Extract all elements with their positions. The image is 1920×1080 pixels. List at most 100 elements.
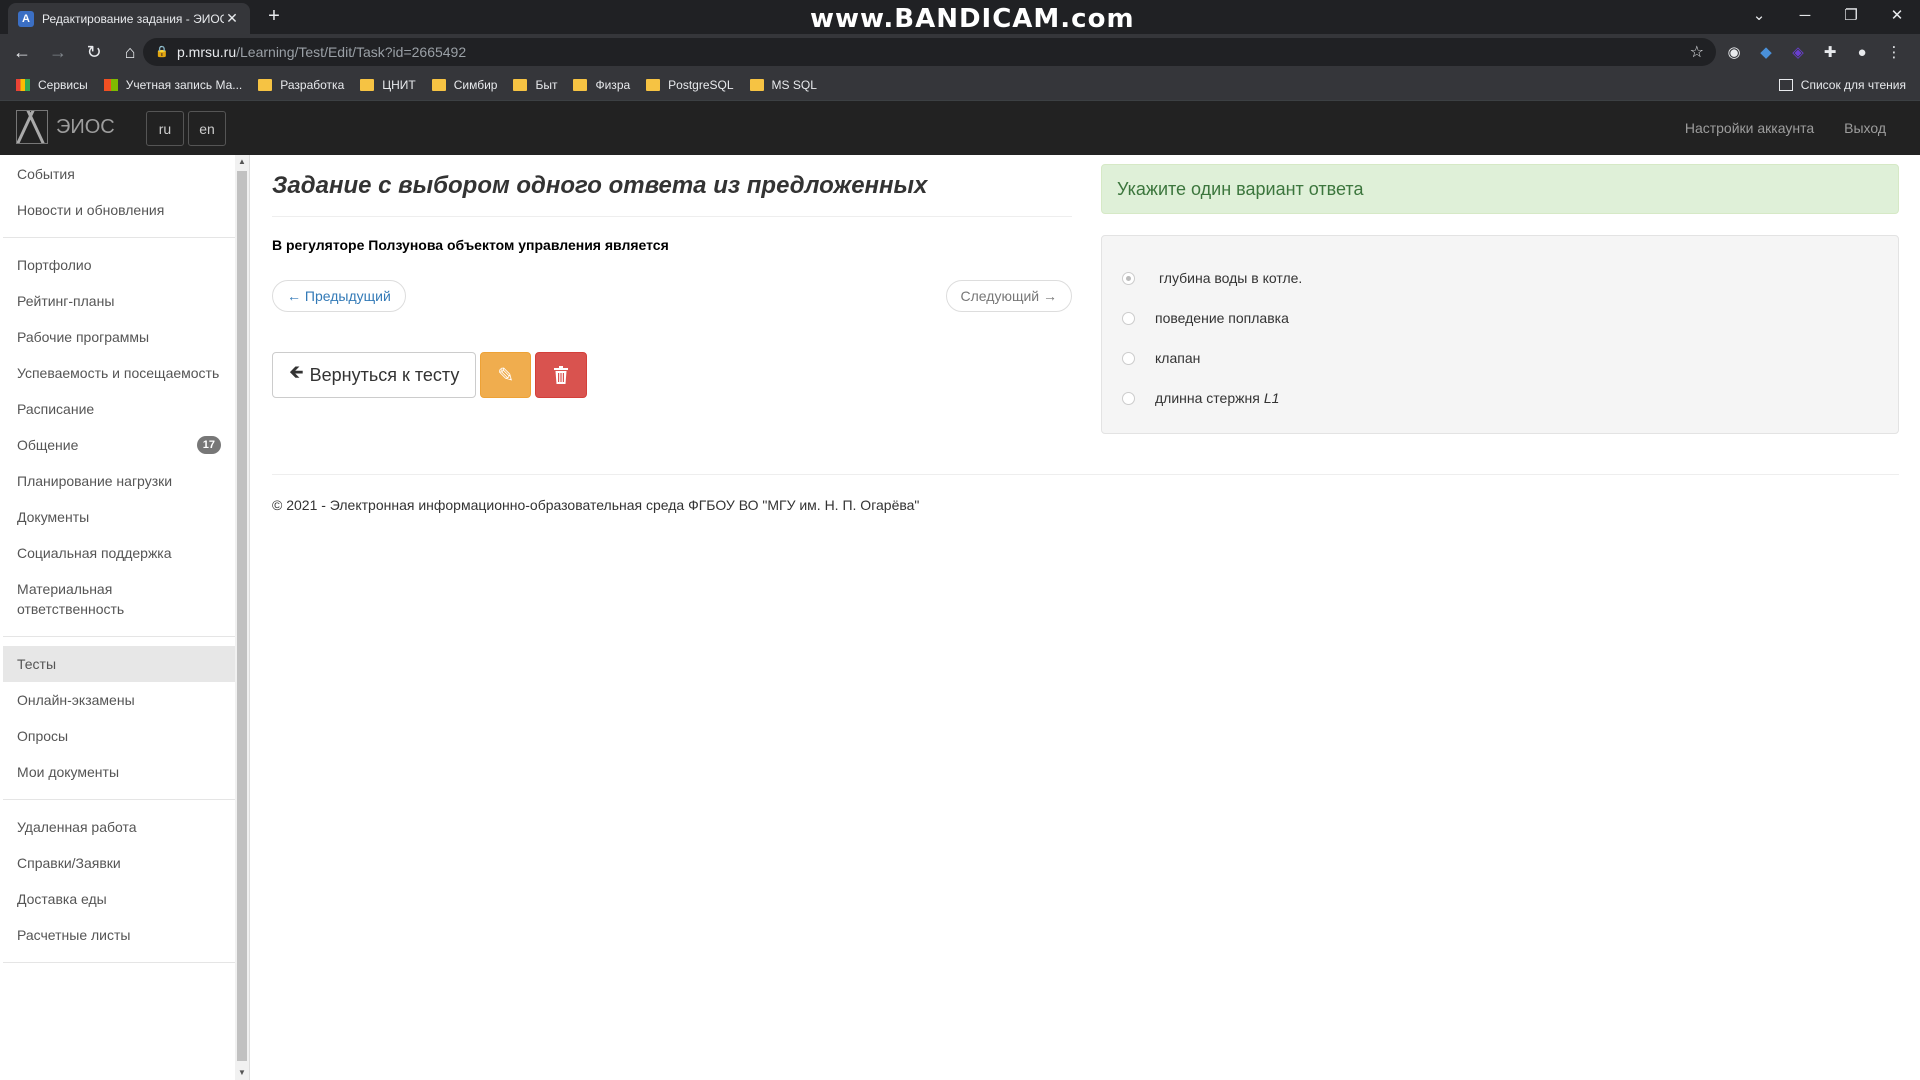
bookmark-apps[interactable]: Сервисы (16, 78, 88, 92)
previous-button[interactable]: ← Предыдущий (272, 280, 406, 312)
back-to-test-label: Вернуться к тесту (309, 364, 460, 385)
address-bar[interactable]: 🔒 p.mrsu.ru/Learning/Test/Edit/Task?id=2… (143, 38, 1716, 66)
answer-option[interactable]: поведение поплавка (1102, 298, 1898, 338)
folder-icon (258, 79, 273, 91)
sidebar-item-portfolio[interactable]: Портфолио (3, 247, 235, 283)
folder-icon (749, 79, 764, 91)
logout-link[interactable]: Выход (1844, 120, 1886, 136)
restore-icon[interactable]: ❐ (1828, 6, 1874, 24)
tab-title: Редактирование задания - ЭИОС (42, 11, 224, 26)
sidebar-item-progress[interactable]: Успеваемость и посещаемость (3, 355, 235, 391)
sidebar-item-communication[interactable]: Общение 17 (3, 427, 235, 463)
sidebar-menu: События Новости и обновления Портфолио Р… (3, 155, 235, 972)
answer-text: поведение поплавка (1155, 310, 1289, 326)
sidebar-item-online-exams[interactable]: Онлайн-экзамены (3, 682, 235, 718)
page-title: Задание с выбором одного ответа из предл… (272, 172, 1072, 217)
bookmark-folder[interactable]: Физра (573, 78, 630, 92)
answer-option[interactable]: глубина воды в котле. (1102, 258, 1898, 298)
sidebar-item-liability[interactable]: Материальная ответственность (3, 571, 235, 627)
lang-en-button[interactable]: en (188, 111, 226, 146)
scroll-down-icon[interactable]: ▼ (235, 1066, 249, 1080)
back-icon[interactable]: ← (8, 38, 36, 66)
radio-button[interactable] (1122, 351, 1135, 365)
sidebar-item-food-delivery[interactable]: Доставка еды (3, 881, 235, 917)
puzzle-icon[interactable]: ✚ (1814, 43, 1846, 61)
radio-button[interactable] (1122, 311, 1135, 325)
pencil-icon: ✎ (497, 364, 515, 387)
close-tab-icon[interactable]: ✕ (224, 10, 240, 27)
account-settings-link[interactable]: Настройки аккаунта (1685, 120, 1814, 136)
answer-formula: L1 (1263, 390, 1280, 406)
sidebar-item-schedule[interactable]: Расписание (3, 391, 235, 427)
lock-icon: 🔒 (155, 46, 169, 58)
sidebar-item-events[interactable]: События (3, 156, 235, 192)
sidebar-divider (3, 636, 235, 637)
browser-tab[interactable]: А Редактирование задания - ЭИОС ✕ (8, 3, 250, 34)
edit-button[interactable]: ✎ (480, 352, 532, 398)
sidebar-item-my-documents[interactable]: Мои документы (3, 754, 235, 790)
reading-list[interactable]: Список для чтения (1778, 78, 1906, 92)
folder-icon (431, 79, 446, 91)
sidebar-item-social-support[interactable]: Социальная поддержка (3, 535, 235, 571)
new-tab-button[interactable]: + (262, 5, 286, 29)
avatar[interactable]: ● (1846, 44, 1878, 61)
home-icon[interactable]: ⌂ (116, 38, 144, 66)
site-logo[interactable]: ЭИОС (16, 110, 115, 144)
url-host: p.mrsu.ru (177, 44, 237, 60)
next-button[interactable]: Следующий → (945, 280, 1072, 312)
bookmark-microsoft[interactable]: Учетная запись Ма... (103, 78, 242, 92)
brand-name: ЭИОС (56, 115, 115, 138)
folder-icon (360, 79, 375, 91)
scroll-up-icon[interactable]: ▲ (235, 155, 249, 169)
close-window-icon[interactable]: ✕ (1874, 6, 1920, 24)
bookmark-folder[interactable]: Симбир (431, 78, 497, 92)
menu-icon[interactable]: ⋮ (1878, 43, 1910, 61)
delete-button[interactable] (535, 352, 588, 398)
sidebar-divider (3, 799, 235, 800)
question-text: В регуляторе Ползунова объектом управлен… (272, 237, 669, 253)
arrow-left-icon: 🡸 (289, 362, 304, 382)
extensions-area: ◉ ◆ ◈ ✚ ● ⋮ (1718, 38, 1910, 66)
tab-strip: А Редактирование задания - ЭИОС ✕ + www.… (0, 0, 1920, 34)
folder-icon (573, 79, 588, 91)
folder-icon (513, 79, 528, 91)
sidebar-divider (3, 962, 235, 963)
back-to-test-button[interactable]: 🡸 Вернуться к тесту (272, 352, 477, 398)
task-actions: 🡸 Вернуться к тесту ✎ (272, 352, 588, 398)
sidebar-scrollbar[interactable]: ▲ ▼ (235, 155, 249, 1080)
sidebar-item-payslips[interactable]: Расчетные листы (3, 917, 235, 953)
sidebar-item-load-planning[interactable]: Планирование нагрузки (3, 463, 235, 499)
browser-toolbar: ← → ↻ ⌂ 🔒 p.mrsu.ru/Learning/Test/Edit/T… (0, 34, 1920, 70)
bookmark-star-icon[interactable]: ☆ (1690, 42, 1704, 62)
reading-list-icon (1778, 79, 1793, 91)
sidebar-item-news[interactable]: Новости и обновления (3, 192, 235, 228)
microsoft-icon (103, 79, 118, 91)
answer-option[interactable]: клапан (1102, 338, 1898, 378)
radio-button[interactable] (1122, 271, 1135, 285)
window-controls: ⌄ ─ ❐ ✕ (1736, 0, 1920, 30)
forward-icon[interactable]: → (44, 38, 72, 66)
answer-option[interactable]: длинна стержня L1 (1102, 378, 1898, 418)
sidebar-item-documents[interactable]: Документы (3, 499, 235, 535)
radio-button[interactable] (1122, 391, 1135, 405)
profile-dropdown-icon[interactable]: ⌄ (1736, 6, 1782, 24)
reload-icon[interactable]: ↻ (80, 38, 108, 66)
sidebar-item-remote-work[interactable]: Удаленная работа (3, 809, 235, 845)
scrollbar-thumb[interactable] (237, 171, 247, 1061)
sidebar-item-certificates[interactable]: Справки/Заявки (3, 845, 235, 881)
minimize-icon[interactable]: ─ (1782, 7, 1828, 24)
sidebar-item-rating-plans[interactable]: Рейтинг-планы (3, 283, 235, 319)
sidebar-item-tests[interactable]: Тесты (3, 646, 235, 682)
extension-icon[interactable]: ◆ (1750, 43, 1782, 61)
bookmark-folder[interactable]: Разработка (258, 78, 344, 92)
url-path: /Learning/Test/Edit/Task?id=2665492 (236, 44, 467, 60)
bookmark-folder[interactable]: PostgreSQL (646, 78, 734, 92)
bookmark-folder[interactable]: ЦНИТ (360, 78, 416, 92)
extension-icon[interactable]: ◈ (1782, 43, 1814, 61)
sidebar-item-surveys[interactable]: Опросы (3, 718, 235, 754)
bookmark-folder[interactable]: Быт (513, 78, 557, 92)
lang-ru-button[interactable]: ru (146, 111, 184, 146)
bookmark-folder[interactable]: MS SQL (749, 78, 817, 92)
sidebar-item-work-programs[interactable]: Рабочие программы (3, 319, 235, 355)
extension-icon[interactable]: ◉ (1718, 43, 1750, 61)
